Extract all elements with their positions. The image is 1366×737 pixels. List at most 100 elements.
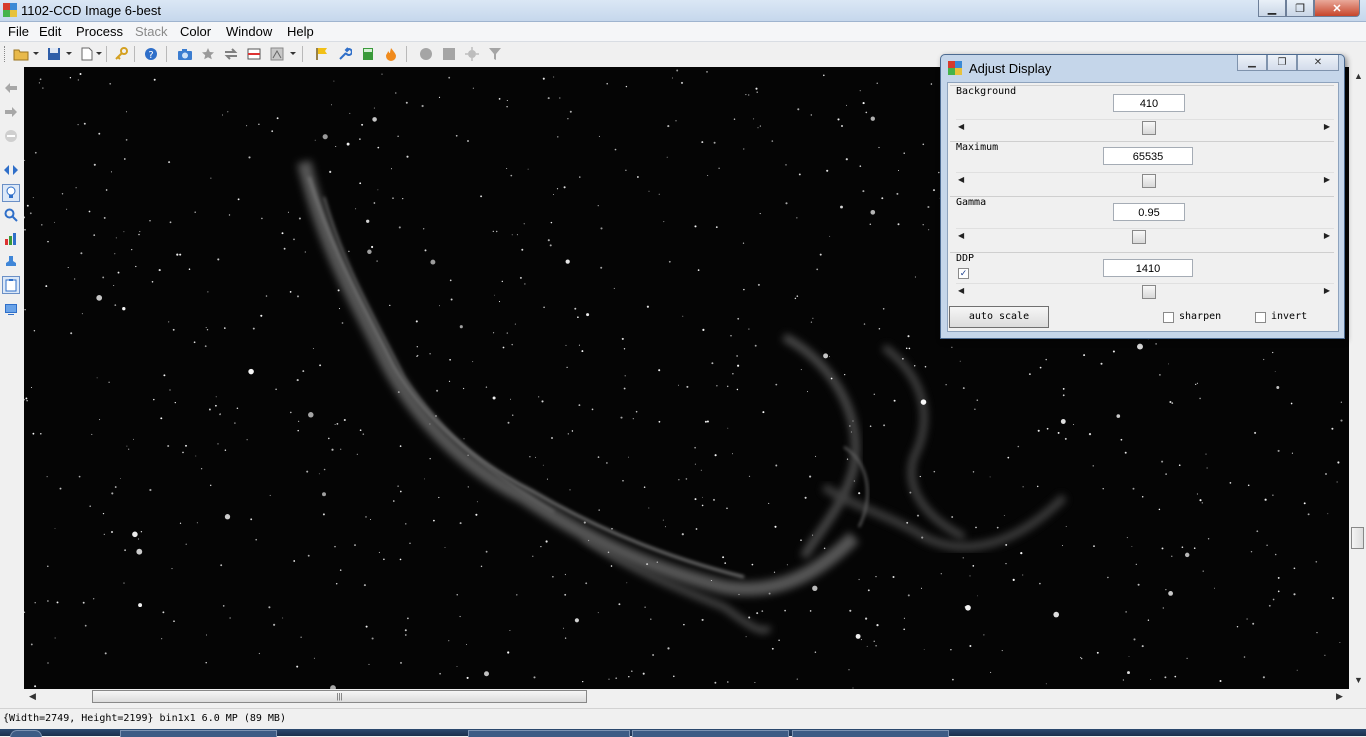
toolbar-grip[interactable] [4,46,8,62]
square-icon[interactable] [440,45,458,63]
dialog-minimize-button[interactable]: ▁ [1237,55,1267,71]
star [974,408,976,410]
close-button[interactable]: ✕ [1314,0,1360,17]
slider-right-icon[interactable]: ▶ [1324,286,1330,295]
stop-icon[interactable] [2,127,20,145]
star [359,429,362,432]
move-arrows-icon[interactable] [2,161,20,179]
circle-icon[interactable] [417,45,435,63]
star [883,424,886,427]
star [597,612,599,614]
star [850,431,852,433]
scroll-up-icon[interactable]: ▲ [1354,71,1363,81]
star [169,221,172,224]
horizontal-scrollbar[interactable]: ◀ ||| ▶ [24,689,1349,705]
key-icon[interactable] [112,45,130,63]
flame-icon[interactable] [382,45,400,63]
new-document-icon[interactable] [78,45,96,63]
slider-left-icon[interactable]: ◀ [958,122,964,131]
open-folder-icon[interactable] [12,45,30,63]
vertical-scroll-thumb[interactable] [1351,527,1364,549]
slider-right-icon[interactable]: ▶ [1324,231,1330,240]
menu-help[interactable]: Help [287,24,314,39]
menu-process[interactable]: Process [76,24,123,39]
bar-chart-icon[interactable] [2,230,20,248]
gamma-slider[interactable]: ◀ ▶ [956,228,1334,245]
star [185,444,187,447]
scroll-down-icon[interactable]: ▼ [1354,675,1363,685]
histogram-dropdown-icon[interactable] [290,52,296,55]
clipboard-icon[interactable] [2,276,20,294]
ddp-input[interactable]: 1410 [1103,259,1193,277]
dialog-restore-button[interactable]: ❐ [1267,55,1297,71]
gamma-input[interactable]: 0.95 [1113,203,1185,221]
star [215,396,217,398]
scroll-left-icon[interactable]: ◀ [29,691,36,702]
star [228,214,231,216]
stamp-icon[interactable] [2,253,20,271]
maximum-slider-thumb[interactable] [1142,174,1156,188]
color-bar-icon[interactable] [245,45,263,63]
star [373,107,375,109]
vertical-scrollbar[interactable]: ▲ ▼ [1350,67,1366,689]
restore-button[interactable]: ❐ [1286,0,1314,17]
ddp-slider[interactable]: ◀ ▶ [956,283,1334,300]
star [897,223,900,226]
star [193,341,196,344]
ddp-slider-thumb[interactable] [1142,285,1156,299]
histogram-icon[interactable] [268,45,286,63]
lightbulb-icon[interactable] [2,184,20,202]
star [849,609,852,612]
gamma-slider-thumb[interactable] [1131,230,1146,244]
save-icon[interactable] [45,45,63,63]
menu-edit[interactable]: Edit [39,24,61,39]
back-arrow-icon[interactable] [2,79,20,97]
burst-icon[interactable] [463,45,481,63]
slider-right-icon[interactable]: ▶ [1324,122,1330,131]
flag-icon[interactable] [313,45,331,63]
funnel-icon[interactable] [486,45,504,63]
scroll-right-icon[interactable]: ▶ [1336,691,1343,702]
horizontal-scroll-thumb[interactable]: ||| [92,690,587,703]
wrench-icon[interactable] [336,45,354,63]
save-dropdown-icon[interactable] [66,52,72,55]
calculator-icon[interactable] [359,45,377,63]
star [796,295,799,297]
help-icon[interactable]: ? [142,45,160,63]
star [704,420,707,423]
display-icon[interactable] [2,300,20,318]
menu-stack[interactable]: Stack [135,24,168,39]
menu-color[interactable]: Color [180,24,211,39]
star [855,633,861,639]
star [718,167,720,169]
star [837,118,840,121]
invert-checkbox[interactable] [1255,312,1266,323]
menu-file[interactable]: File [8,24,29,39]
maximum-slider[interactable]: ◀ ▶ [956,172,1334,189]
star [206,634,207,636]
slider-left-icon[interactable]: ◀ [958,231,964,240]
menu-window[interactable]: Window [226,24,272,39]
forward-arrow-icon[interactable] [2,103,20,121]
slider-right-icon[interactable]: ▶ [1324,175,1330,184]
slider-left-icon[interactable]: ◀ [958,286,964,295]
maximum-input[interactable]: 65535 [1103,147,1193,165]
new-dropdown-icon[interactable] [96,52,102,55]
ddp-checkbox[interactable]: ✓ [958,268,969,279]
star-icon[interactable] [199,45,217,63]
star [381,73,383,75]
star [30,386,33,389]
star [952,678,954,681]
swap-icon[interactable] [222,45,240,63]
background-input[interactable]: 410 [1113,94,1185,112]
slider-left-icon[interactable]: ◀ [958,175,964,184]
background-slider-thumb[interactable] [1142,121,1156,135]
sharpen-checkbox[interactable] [1163,312,1174,323]
background-slider[interactable]: ◀ ▶ [956,119,1334,136]
open-dropdown-icon[interactable] [33,52,39,55]
camera-icon[interactable] [176,45,194,63]
dialog-close-button[interactable]: ✕ [1297,55,1339,71]
auto-scale-button[interactable]: auto scale [949,306,1049,328]
minimize-button[interactable]: ▁ [1258,0,1286,17]
magnifier-icon[interactable] [2,206,20,224]
